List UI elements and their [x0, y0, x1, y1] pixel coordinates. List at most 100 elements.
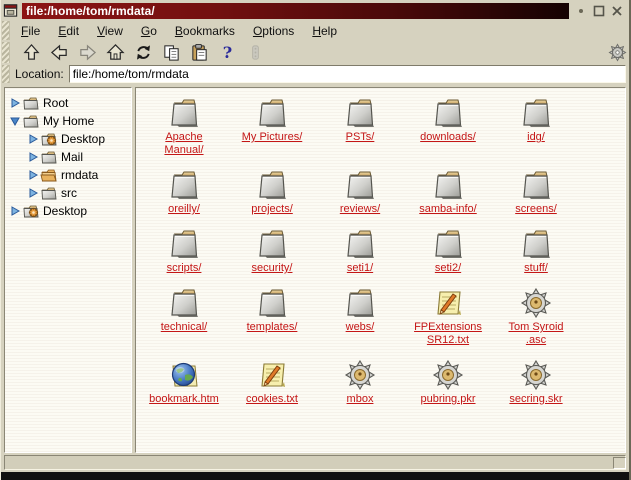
file-item-mbox[interactable]: mbox: [317, 358, 403, 406]
file-label[interactable]: screens/: [515, 203, 557, 216]
folder-icon: [519, 96, 553, 130]
file-label[interactable]: stuff/: [524, 262, 548, 275]
file-item-bookmark-htm[interactable]: bookmark.htm: [141, 358, 227, 406]
file-item-tom-syroid-asc[interactable]: Tom Syroid .asc: [493, 286, 579, 347]
tree-item-my-home[interactable]: My Home: [9, 112, 129, 130]
file-label[interactable]: PSTs/: [346, 131, 375, 144]
file-label[interactable]: seti2/: [435, 262, 461, 275]
file-label[interactable]: scripts/: [167, 262, 202, 275]
file-item-projects[interactable]: projects/: [229, 168, 315, 216]
expand-arrow-icon[interactable]: [27, 133, 39, 145]
menu-bookmarks[interactable]: Bookmarks: [166, 22, 244, 40]
folder-icon: [343, 227, 377, 261]
file-item-downloads[interactable]: downloads/: [405, 96, 491, 144]
file-item-pubring-pkr[interactable]: pubring.pkr: [405, 358, 491, 406]
file-label[interactable]: technical/: [161, 321, 207, 334]
file-label[interactable]: pubring.pkr: [420, 393, 475, 406]
file-label[interactable]: bookmark.htm: [149, 393, 219, 406]
file-item-my-pictures[interactable]: My Pictures/: [229, 96, 315, 144]
toolbar-grip[interactable]: [2, 42, 10, 63]
file-label[interactable]: Apache Manual/: [164, 131, 203, 157]
resize-grip[interactable]: [613, 457, 626, 469]
file-label[interactable]: mbox: [347, 393, 374, 406]
menubar-grip[interactable]: [2, 21, 10, 40]
window-title[interactable]: file:/home/tom/rmdata/: [22, 2, 569, 19]
tree-item-desktop[interactable]: Desktop: [9, 130, 129, 148]
paste-button[interactable]: [186, 42, 212, 63]
titlebar: file:/home/tom/rmdata/: [1, 0, 629, 20]
location-input[interactable]: [68, 65, 626, 83]
menu-file[interactable]: File: [12, 22, 49, 40]
tree-item-rmdata[interactable]: rmdata: [9, 166, 129, 184]
file-item-stuff[interactable]: stuff/: [493, 227, 579, 275]
file-item-fpextensions-sr12-txt[interactable]: FPExtensions SR12.txt: [405, 286, 491, 347]
folder-icon: [431, 168, 465, 202]
expand-arrow-icon[interactable]: [27, 187, 39, 199]
triangle-icon: [10, 116, 20, 126]
folder-open-icon: [40, 168, 58, 183]
menu-edit[interactable]: Edit: [49, 22, 88, 40]
file-label[interactable]: downloads/: [420, 131, 476, 144]
file-label[interactable]: oreilly/: [168, 203, 200, 216]
file-item-seti1[interactable]: seti1/: [317, 227, 403, 275]
file-label[interactable]: FPExtensions SR12.txt: [414, 321, 482, 347]
expand-arrow-icon[interactable]: [27, 169, 39, 181]
copy-button[interactable]: [158, 42, 184, 63]
tree-item-src[interactable]: src: [9, 184, 129, 202]
file-item-samba-info[interactable]: samba-info/: [405, 168, 491, 216]
back-button[interactable]: [46, 42, 72, 63]
tree-item-root[interactable]: Root: [9, 94, 129, 112]
file-item-oreilly[interactable]: oreilly/: [141, 168, 227, 216]
file-item-secring-skr[interactable]: secring.skr: [493, 358, 579, 406]
menu-view[interactable]: View: [88, 22, 132, 40]
file-item-scripts[interactable]: scripts/: [141, 227, 227, 275]
locationbar-grip[interactable]: [2, 65, 10, 83]
file-item-cookies-txt[interactable]: cookies.txt: [229, 358, 315, 406]
expand-arrow-icon[interactable]: [9, 205, 21, 217]
file-label[interactable]: webs/: [346, 321, 375, 334]
menu-help[interactable]: Help: [303, 22, 346, 40]
file-label[interactable]: seti1/: [347, 262, 373, 275]
file-item-security[interactable]: security/: [229, 227, 315, 275]
tree-item-mail[interactable]: Mail: [9, 148, 129, 166]
maximize-button[interactable]: [592, 4, 606, 18]
triangle-icon: [28, 134, 38, 144]
file-label[interactable]: reviews/: [340, 203, 380, 216]
file-item-psts[interactable]: PSTs/: [317, 96, 403, 144]
file-item-idg[interactable]: idg/: [493, 96, 579, 144]
expand-arrow-icon[interactable]: [9, 97, 21, 109]
forward-icon: [78, 43, 97, 62]
close-icon: [612, 5, 622, 16]
up-button[interactable]: [18, 42, 44, 63]
file-label[interactable]: secring.skr: [509, 393, 562, 406]
close-button[interactable]: [610, 4, 624, 18]
folder-icon: [519, 168, 553, 202]
file-item-templates[interactable]: templates/: [229, 286, 315, 334]
help-button[interactable]: [214, 42, 240, 63]
folder-icon: [343, 286, 377, 320]
file-item-technical[interactable]: technical/: [141, 286, 227, 334]
collapse-arrow-icon[interactable]: [9, 115, 21, 127]
expand-arrow-icon[interactable]: [27, 151, 39, 163]
file-label[interactable]: samba-info/: [419, 203, 476, 216]
home-button[interactable]: [102, 42, 128, 63]
file-label[interactable]: templates/: [247, 321, 298, 334]
menu-go[interactable]: Go: [132, 22, 166, 40]
file-label[interactable]: idg/: [527, 131, 545, 144]
horizontal-scrollbar[interactable]: [4, 455, 626, 470]
file-item-apache-manual[interactable]: Apache Manual/: [141, 96, 227, 157]
file-item-screens[interactable]: screens/: [493, 168, 579, 216]
sticky-button[interactable]: [574, 4, 588, 18]
file-label[interactable]: My Pictures/: [242, 131, 303, 144]
reload-button[interactable]: [130, 42, 156, 63]
file-item-seti2[interactable]: seti2/: [405, 227, 491, 275]
file-label[interactable]: Tom Syroid .asc: [508, 321, 563, 347]
file-label[interactable]: security/: [252, 262, 293, 275]
file-label[interactable]: cookies.txt: [246, 393, 298, 406]
folder-icon: [167, 286, 201, 320]
file-label[interactable]: projects/: [251, 203, 293, 216]
file-item-webs[interactable]: webs/: [317, 286, 403, 334]
tree-item-desktop[interactable]: Desktop: [9, 202, 129, 220]
file-item-reviews[interactable]: reviews/: [317, 168, 403, 216]
menu-options[interactable]: Options: [244, 22, 303, 40]
